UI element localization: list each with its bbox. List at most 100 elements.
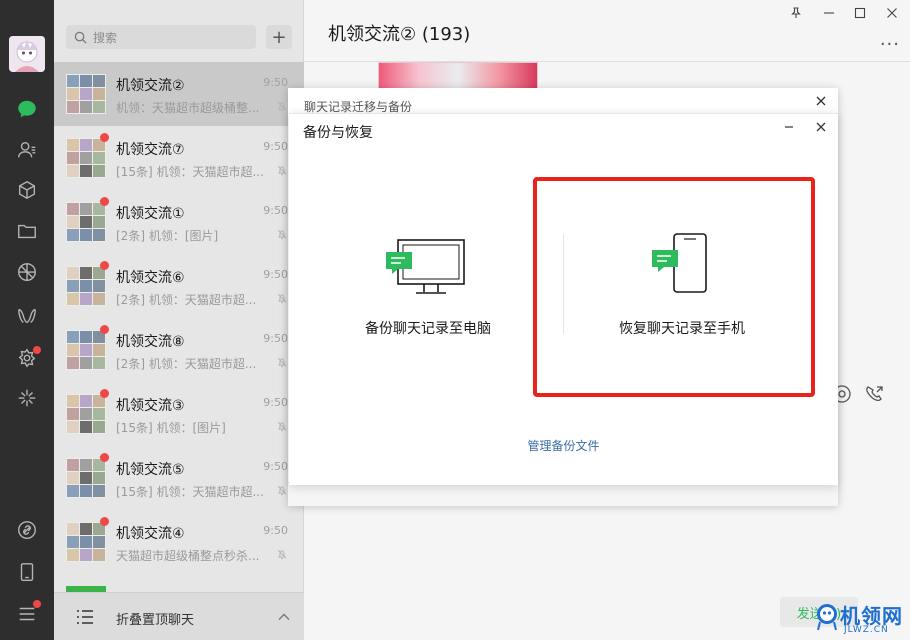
list-icon <box>77 610 93 624</box>
backup-to-pc-label: 备份聊天记录至电脑 <box>365 321 491 337</box>
unread-dot <box>100 197 109 206</box>
member-avatar <box>80 357 92 369</box>
search-icon[interactable] <box>15 386 39 410</box>
chat-list-item[interactable]: 机领交流④ 9:50 天猫超市超级桶整点秒杀... <box>54 510 304 574</box>
pin-window-button[interactable] <box>784 4 808 22</box>
member-avatar <box>93 408 105 420</box>
chat-list-item[interactable]: 机领交流⑤ 9:50 [15条] 机领：天猫超市超... <box>54 446 304 510</box>
chat-preview: [2条] 机领：[图片] <box>116 229 219 243</box>
moments-icon[interactable] <box>15 260 39 284</box>
search-input[interactable]: 搜索 <box>66 25 256 49</box>
member-avatar <box>80 88 92 100</box>
chat-name: 机领交流⑦ <box>116 142 185 158</box>
member-avatar <box>80 523 92 535</box>
minimize-icon <box>824 12 834 14</box>
member-avatar <box>67 472 79 484</box>
member-avatar <box>67 357 79 369</box>
close-icon[interactable] <box>814 120 828 134</box>
manage-backup-link[interactable]: 管理备份文件 <box>289 437 838 454</box>
backup-to-pc-option[interactable]: 备份聊天记录至电脑 <box>323 224 533 344</box>
chat-title: 机领交流② (193) <box>328 24 471 45</box>
group-avatar <box>66 330 106 370</box>
member-avatar <box>67 216 79 228</box>
chat-time: 9:50 <box>263 460 288 473</box>
files-icon[interactable] <box>15 219 39 243</box>
member-avatar <box>67 75 79 87</box>
member-avatar <box>67 523 79 535</box>
chat-rows: 机领交流② 9:50 机领：天猫超市超级桶整... 机领交流⑦ 9:50 [15条] 机领… <box>54 62 304 614</box>
mute-bell-icon <box>277 357 287 367</box>
unread-dot <box>100 325 109 334</box>
chat-preview: [15条] 机领：天猫超市超... <box>116 485 264 499</box>
watermark-domain: JLWZ.CN <box>844 625 889 635</box>
image-message[interactable] <box>378 62 538 90</box>
mute-bell-icon <box>277 485 287 495</box>
member-avatar <box>93 88 105 100</box>
chat-list-item[interactable]: 机领交流① 9:50 [2条] 机领：[图片] <box>54 190 304 254</box>
fold-pinned-bar[interactable]: 折叠置顶聊天 <box>54 592 304 640</box>
member-avatar <box>80 421 92 433</box>
add-chat-button[interactable]: + <box>266 25 292 49</box>
restore-to-phone-label: 恢复聊天记录至手机 <box>619 321 745 337</box>
restore-to-phone-option[interactable]: 恢复聊天记录至手机 <box>572 224 792 344</box>
chevron-up-icon[interactable] <box>278 611 290 623</box>
unread-dot <box>100 261 109 270</box>
video-call-icon[interactable] <box>864 384 884 404</box>
minimize-window-button[interactable] <box>817 4 841 22</box>
group-avatar <box>66 522 106 562</box>
nav-rail <box>0 0 54 640</box>
maximize-window-button[interactable] <box>848 4 872 22</box>
member-avatar <box>80 101 92 113</box>
member-avatar <box>80 472 92 484</box>
chat-name: 机领交流③ <box>116 398 185 414</box>
member-avatar <box>80 293 92 305</box>
watermark: 机领网 JLWZ.CN <box>814 600 910 640</box>
member-avatar <box>93 216 105 228</box>
member-avatar <box>93 536 105 548</box>
member-avatar <box>67 280 79 292</box>
member-avatar <box>80 152 92 164</box>
unread-dot <box>100 389 109 398</box>
member-avatar <box>80 203 92 215</box>
chat-list-item[interactable]: 机领交流② 9:50 机领：天猫超市超级桶整... <box>54 62 304 126</box>
member-avatar <box>80 485 92 497</box>
member-avatar <box>93 152 105 164</box>
chat-title-bar: 机领交流② (193) ··· <box>304 0 910 62</box>
group-avatar <box>66 74 106 114</box>
member-avatar <box>80 229 92 241</box>
link-icon[interactable] <box>15 518 39 542</box>
minimize-icon[interactable] <box>782 120 796 134</box>
maximize-icon <box>854 7 866 19</box>
member-avatar <box>67 459 79 471</box>
member-avatar <box>93 549 105 561</box>
member-avatar <box>93 357 105 369</box>
group-avatar <box>66 266 106 306</box>
member-avatar <box>67 395 79 407</box>
chat-list-item[interactable]: 机领交流③ 9:50 [15条] 机领：[图片] <box>54 382 304 446</box>
member-avatar <box>80 408 92 420</box>
chat-icon[interactable] <box>15 97 39 121</box>
chat-preview: [15条] 机领：天猫超市超... <box>116 165 264 179</box>
more-options-icon[interactable]: ··· <box>880 34 900 55</box>
chat-preview: [2条] 机领：天猫超市超... <box>116 293 257 307</box>
close-window-button[interactable] <box>880 4 904 22</box>
chat-name: 机领交流⑥ <box>116 270 185 286</box>
chat-list-item[interactable]: 机领交流⑦ 9:50 [15条] 机领：天猫超市超... <box>54 126 304 190</box>
chat-list-item[interactable]: 机领交流⑥ 9:50 [2条] 机领：天猫超市超... <box>54 254 304 318</box>
phone-icon[interactable] <box>15 560 39 584</box>
user-avatar[interactable] <box>9 36 45 72</box>
menu-badge <box>33 600 41 608</box>
group-avatar <box>66 138 106 178</box>
chat-name: 机领交流① <box>116 206 185 222</box>
member-avatar <box>93 472 105 484</box>
member-avatar <box>93 344 105 356</box>
contacts-icon[interactable] <box>15 138 39 162</box>
search-placeholder: 搜索 <box>93 30 118 45</box>
close-icon[interactable] <box>814 94 828 108</box>
chat-list-item[interactable]: 机领交流⑧ 9:50 [2条] 机领：天猫超市超... <box>54 318 304 382</box>
close-icon <box>887 8 897 18</box>
chat-preview: [2条] 机领：天猫超市超... <box>116 357 257 371</box>
group-avatar <box>66 394 106 434</box>
channels-icon[interactable] <box>15 304 39 328</box>
collection-icon[interactable] <box>15 178 39 202</box>
